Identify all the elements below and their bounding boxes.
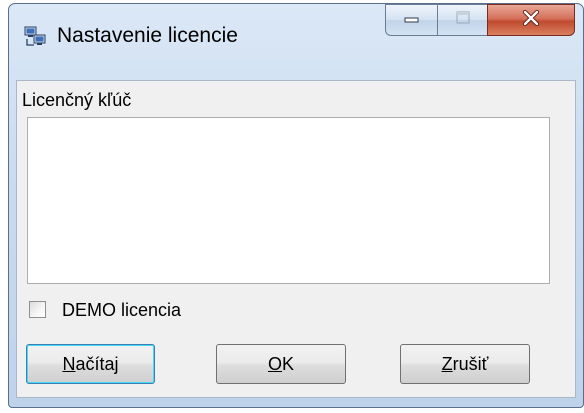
screen: Nastavenie licencie Licenčný kľúč DEMO l…: [0, 0, 584, 413]
close-button[interactable]: [487, 4, 575, 36]
load-button-mnemonic: N: [62, 353, 76, 374]
load-button[interactable]: Načítaj: [26, 344, 155, 384]
minimize-icon: [403, 11, 421, 29]
ok-button[interactable]: OK: [216, 344, 346, 384]
ok-button-label: K: [282, 353, 295, 374]
minimize-button[interactable]: [385, 4, 437, 36]
cancel-button-label: rušiť: [452, 353, 489, 374]
window-title: Nastavenie licencie: [57, 24, 238, 47]
maximize-icon: [454, 10, 472, 31]
maximize-button[interactable]: [437, 4, 487, 36]
license-key-input[interactable]: [27, 117, 550, 284]
caption-buttons: [385, 4, 575, 36]
demo-license-checkbox[interactable]: [29, 301, 46, 318]
title-bar[interactable]: Nastavenie licencie: [9, 4, 583, 80]
demo-license-label[interactable]: DEMO licencia: [62, 300, 181, 321]
license-key-label: Licenčný kľúč: [22, 90, 132, 110]
close-icon: [521, 9, 541, 31]
ok-button-mnemonic: O: [267, 353, 282, 374]
cancel-button[interactable]: Zrušiť: [400, 344, 530, 384]
cancel-button-mnemonic: Z: [441, 353, 453, 374]
network-computers-icon[interactable]: [24, 24, 48, 48]
load-button-label: ačítaj: [75, 353, 119, 374]
